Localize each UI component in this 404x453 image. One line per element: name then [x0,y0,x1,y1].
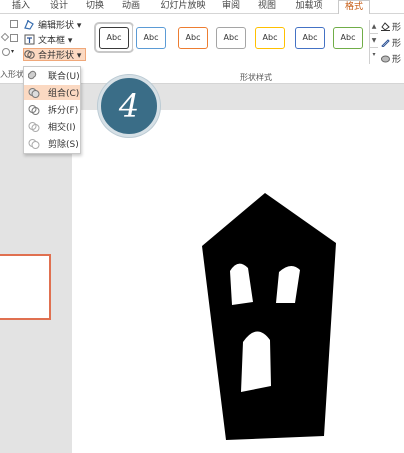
tab-design[interactable]: 设计 [46,0,72,14]
shape-style-6[interactable]: Abc [292,24,328,51]
shape-fill-label: 形 [392,22,402,33]
right-format-commands: 形 形 形 [381,18,404,66]
shape-effects-label: 形 [392,54,402,65]
menu-item-union[interactable]: 联合(U) [24,68,80,83]
pen-outline-icon [381,38,390,48]
shape-style-3[interactable]: Abc [175,24,211,51]
shape-style-5-label: Abc [255,26,285,49]
menu-item-union-label: 联合(U) [48,72,80,82]
menu-item-combine[interactable]: 组合(C) [24,85,80,100]
merge-shapes-button[interactable]: 合并形状 ▾ [23,48,87,61]
slide-canvas[interactable] [72,110,404,453]
menu-item-subtract-label: 剪除(S) [48,140,79,150]
shape-more-icon[interactable]: ▾ [11,48,17,56]
tab-review[interactable]: 审阅 [218,0,244,14]
fill-bucket-icon [381,21,390,31]
shape-diamond-icon[interactable] [0,32,10,42]
effects-icon [381,54,390,63]
text-box-icon [24,34,35,45]
house-shape[interactable] [72,110,404,453]
fragment-icon [28,104,40,116]
intersect-icon [28,121,40,133]
menu-item-intersect-label: 相交(I) [48,123,76,133]
combine-icon [28,87,40,99]
slide-thumbnail[interactable] [0,254,51,320]
shape-square-icon[interactable] [10,34,18,42]
tab-animations[interactable]: 动画 [118,0,144,14]
merge-shapes-icon [24,49,35,60]
shape-style-7-label: Abc [333,26,363,49]
menu-item-combine-label: 组合(C) [48,89,80,99]
tab-transitions[interactable]: 切换 [82,0,108,14]
tab-insert[interactable]: 插入 [8,0,34,14]
merge-shapes-label: 合并形状 ▾ [38,51,82,61]
edit-shape-button[interactable]: 编辑形状 ▾ [24,18,81,31]
edit-shape-label: 编辑形状 ▾ [38,21,82,31]
gallery-more-icon[interactable]: ▾ [370,48,378,62]
shape-style-1[interactable]: Abc [96,24,132,51]
menu-item-subtract[interactable]: 剪除(S) [24,136,80,151]
tab-format[interactable]: 格式 [338,0,370,15]
shape-effects-button[interactable]: 形 [381,50,404,66]
shape-rect-icon[interactable] [10,20,18,28]
text-box-button[interactable]: 文本框 ▾ [24,33,72,46]
shape-style-2-label: Abc [136,26,166,49]
shape-style-1-label: Abc [99,26,129,49]
menu-item-fragment-label: 拆分(F) [48,106,79,116]
shape-fill-button[interactable]: 形 [381,18,404,34]
tab-slideshow[interactable]: 幻灯片放映 [157,0,209,14]
shape-style-5[interactable]: Abc [252,24,288,51]
shape-circle-icon[interactable] [2,48,10,56]
gallery-down-icon[interactable]: ▼ [370,34,378,48]
union-icon [27,70,40,82]
menu-item-intersect[interactable]: 相交(I) [24,119,80,134]
insert-shapes-group-label: 入形状 [0,70,24,79]
edit-shape-icon [24,19,35,30]
shape-style-2[interactable]: Abc [133,24,169,51]
shape-style-4-label: Abc [216,26,246,49]
shape-style-6-label: Abc [295,26,325,49]
shape-styles-group-label: 形状样式 [240,73,272,82]
shape-outline-button[interactable]: 形 [381,34,404,50]
ribbon-tab-bar: 插入 设计 切换 动画 幻灯片放映 审阅 视图 加载项 格式 [0,0,404,15]
text-box-label: 文本框 ▾ [38,36,73,46]
tab-view[interactable]: 视图 [254,0,280,14]
subtract-icon [28,138,40,150]
step-number-badge: 4 [98,75,160,137]
shape-style-3-label: Abc [178,26,208,49]
tab-addins[interactable]: 加载项 [290,0,328,14]
shape-style-7[interactable]: Abc [330,24,366,51]
gallery-up-icon[interactable]: ▲ [370,20,378,34]
style-gallery-scroll[interactable]: ▲ ▼ ▾ [369,20,378,64]
menu-item-fragment[interactable]: 拆分(F) [24,102,80,117]
merge-shapes-menu: 联合(U) 组合(C) 拆分(F) 相交(I) 剪除(S) [23,66,81,154]
shape-style-4[interactable]: Abc [213,24,249,51]
shape-outline-label: 形 [392,38,402,49]
